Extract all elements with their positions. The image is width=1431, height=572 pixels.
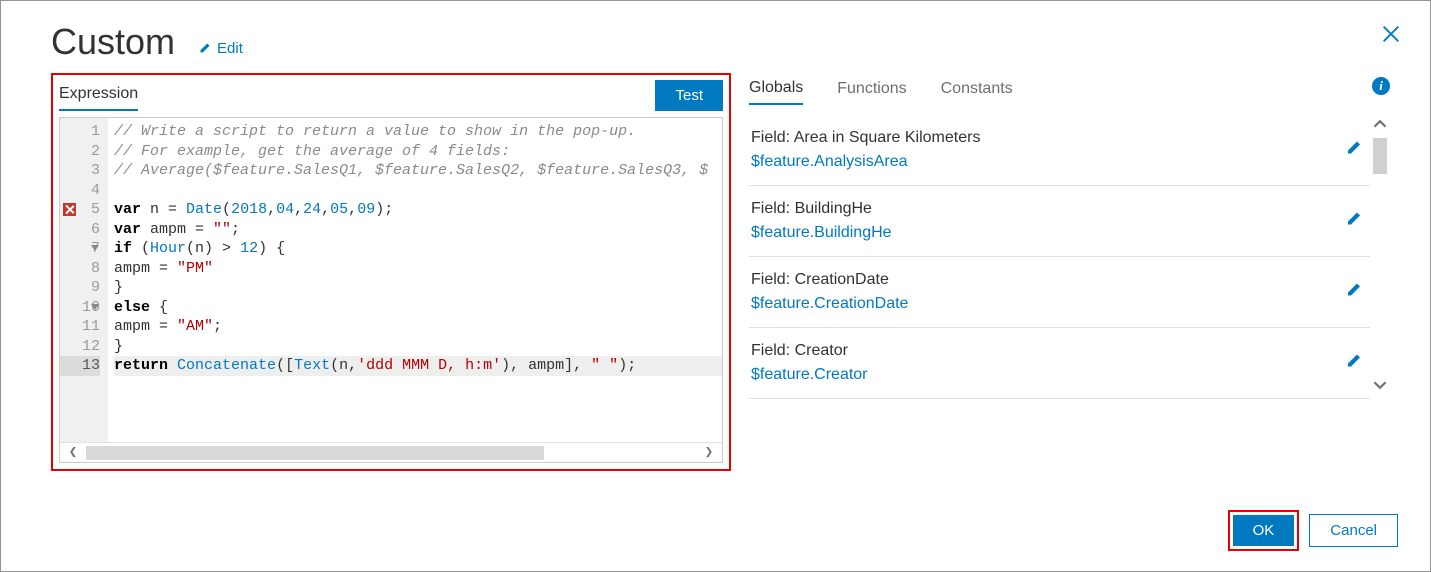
pencil-icon[interactable] — [1346, 282, 1362, 303]
code-editor[interactable]: 12345678910111213 // Write a script to r… — [59, 117, 723, 463]
code-line[interactable]: var n = Date(2018,04,24,05,09); — [114, 200, 722, 220]
scroll-up-icon[interactable] — [1373, 117, 1387, 136]
editor-gutter: 12345678910111213 — [60, 118, 108, 442]
fold-icon[interactable] — [91, 304, 99, 310]
line-number: 3 — [60, 161, 100, 181]
error-icon — [63, 203, 76, 216]
cancel-button[interactable]: Cancel — [1309, 514, 1398, 547]
line-number: 10 — [60, 298, 100, 318]
line-number: 13 — [60, 356, 100, 376]
hscroll-track[interactable] — [86, 446, 696, 460]
pencil-icon — [199, 42, 211, 54]
ok-button-highlight: OK — [1228, 510, 1300, 551]
vscroll-track[interactable] — [1373, 138, 1387, 376]
field-item: Field: Area in Square Kilometers $feature… — [749, 115, 1370, 186]
line-number: 2 — [60, 142, 100, 162]
field-reference[interactable]: $feature.BuildingHe — [751, 224, 1330, 242]
field-reference[interactable]: $feature.AnalysisArea — [751, 153, 1330, 171]
tab-expression[interactable]: Expression — [59, 79, 138, 111]
line-number: 11 — [60, 317, 100, 337]
code-line[interactable]: if (Hour(n) > 12) { — [114, 239, 722, 259]
dialog-footer: OK Cancel — [1228, 510, 1398, 551]
hscroll-thumb[interactable] — [86, 446, 544, 460]
field-reference[interactable]: $feature.CreationDate — [751, 295, 1330, 313]
code-line[interactable]: return Concatenate([Text(n,'ddd MMM D, h… — [114, 356, 722, 376]
pencil-icon[interactable] — [1346, 353, 1362, 374]
editor-horizontal-scrollbar[interactable]: ❮ ❯ — [60, 442, 722, 462]
line-number: 4 — [60, 181, 100, 201]
pencil-icon[interactable] — [1346, 211, 1362, 232]
close-icon[interactable] — [1380, 23, 1402, 50]
field-item: Field: Creator $feature.Creator — [749, 328, 1370, 399]
line-number: 8 — [60, 259, 100, 279]
dialog-header: Custom Edit — [51, 21, 1390, 63]
tab-functions[interactable]: Functions — [837, 74, 906, 104]
scroll-right-icon[interactable]: ❯ — [696, 444, 722, 461]
line-number: 12 — [60, 337, 100, 357]
code-line[interactable]: // For example, get the average of 4 fie… — [114, 142, 722, 162]
code-line[interactable]: ampm = "AM"; — [114, 317, 722, 337]
edit-label: Edit — [217, 40, 243, 57]
line-number: 9 — [60, 278, 100, 298]
scroll-left-icon[interactable]: ❮ — [60, 444, 86, 461]
code-line[interactable]: ampm = "PM" — [114, 259, 722, 279]
reference-tabs: Globals Functions Constants — [749, 73, 1390, 105]
code-line[interactable]: } — [114, 278, 722, 298]
code-line[interactable]: } — [114, 337, 722, 357]
field-reference[interactable]: $feature.Creator — [751, 366, 1330, 384]
tab-globals[interactable]: Globals — [749, 73, 803, 105]
expression-dialog: Custom Edit Expression Test 123456789101… — [0, 0, 1431, 572]
editor-lines[interactable]: // Write a script to return a value to s… — [108, 118, 722, 442]
code-line[interactable]: var ampm = ""; — [114, 220, 722, 240]
line-number: 6 — [60, 220, 100, 240]
test-button[interactable]: Test — [655, 80, 723, 111]
code-line[interactable]: // Average($feature.SalesQ1, $feature.Sa… — [114, 161, 722, 181]
field-label: Field: Creator — [751, 342, 1330, 360]
edit-title-link[interactable]: Edit — [199, 40, 243, 57]
field-label: Field: Area in Square Kilometers — [751, 129, 1330, 147]
globals-field-list: Field: Area in Square Kilometers $feature… — [749, 115, 1370, 399]
line-number: 5 — [60, 200, 100, 220]
expression-panel-highlight: Expression Test 12345678910111213 // Wri… — [51, 73, 731, 471]
field-label: Field: BuildingHe — [751, 200, 1330, 218]
scroll-down-icon[interactable] — [1373, 378, 1387, 397]
field-item: Field: CreationDate $feature.CreationDate — [749, 257, 1370, 328]
fold-icon[interactable] — [91, 245, 99, 251]
field-label: Field: CreationDate — [751, 271, 1330, 289]
line-number: 7 — [60, 239, 100, 259]
pencil-icon[interactable] — [1346, 140, 1362, 161]
dialog-title: Custom — [51, 21, 175, 63]
field-item: Field: BuildingHe $feature.BuildingHe — [749, 186, 1370, 257]
code-line[interactable]: else { — [114, 298, 722, 318]
tab-constants[interactable]: Constants — [941, 74, 1013, 104]
line-number: 1 — [60, 122, 100, 142]
code-line[interactable] — [114, 181, 722, 201]
fields-vertical-scrollbar[interactable] — [1370, 115, 1390, 399]
info-icon[interactable]: i — [1372, 77, 1390, 95]
vscroll-thumb[interactable] — [1373, 138, 1387, 174]
ok-button[interactable]: OK — [1233, 515, 1295, 546]
code-line[interactable]: // Write a script to return a value to s… — [114, 122, 722, 142]
